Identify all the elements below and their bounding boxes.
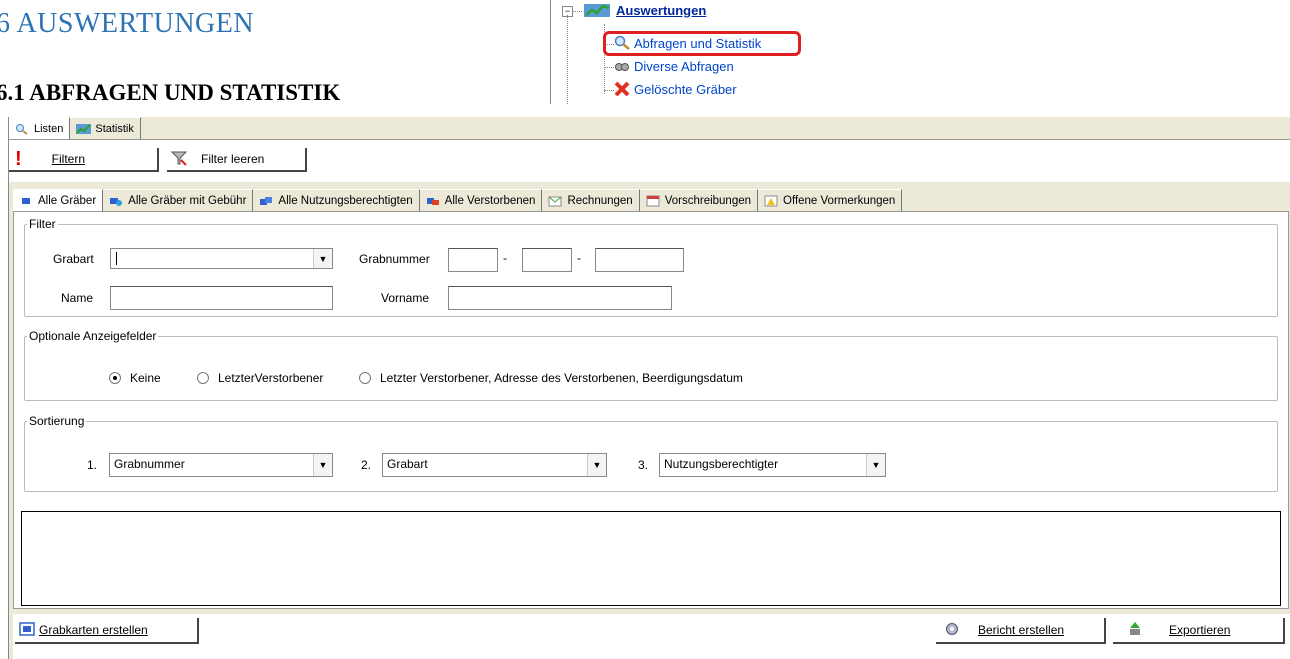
highlight-box: [603, 31, 801, 56]
deceased-icon: [426, 195, 440, 207]
tab-alle-graeber-gebuehr[interactable]: Alle Gräber mit Gebühr: [103, 189, 254, 212]
radio-keine[interactable]: Keine: [109, 371, 161, 385]
tab-alle-verstorbenen[interactable]: Alle Verstorbenen: [419, 189, 543, 212]
grabnummer-field-1[interactable]: [448, 248, 498, 272]
grabart-label: Grabart: [53, 252, 94, 266]
tree-item-geloeschte-graeber[interactable]: Gelöschte Gräber: [614, 81, 737, 97]
export-icon: [1127, 621, 1143, 640]
envelope-icon: [548, 195, 562, 207]
binoculars-icon: [614, 58, 630, 74]
subsection-heading: 6.1 ABFRAGEN UND STATISTIK: [0, 80, 341, 105]
magnifier-icon: [15, 123, 29, 135]
radio-selected-icon: [109, 372, 121, 384]
calendar-icon: [646, 195, 660, 207]
users-icon: [259, 195, 273, 207]
bottom-toolbar: Grabkarten erstellen Bericht erstellen E…: [13, 614, 1290, 659]
red-x-icon: [614, 81, 630, 97]
main-tab-bar: Listen Statistik: [9, 117, 141, 140]
grabnummer-field-3[interactable]: [595, 248, 684, 272]
chart-icon: [584, 2, 610, 18]
grabnummer-label: Grabnummer: [359, 252, 430, 266]
results-grid[interactable]: [21, 511, 1281, 606]
tab-listen[interactable]: Listen: [9, 117, 71, 140]
optional-fields-group: Optionale Anzeigefelder Keine LetzterVer…: [24, 329, 1278, 401]
tree-item-diverse-abfragen[interactable]: Diverse Abfragen: [614, 58, 734, 74]
chart-icon: [76, 123, 92, 135]
vorname-label: Vorname: [381, 291, 430, 305]
vorname-field[interactable]: [448, 286, 672, 310]
card-icon: [19, 621, 35, 639]
name-label: Name: [61, 291, 94, 305]
sort-select-1[interactable]: Grabnummer ▼: [109, 453, 333, 477]
sort-select-2[interactable]: Grabart ▼: [382, 453, 607, 477]
filter-toolbar: ! Filtern Filter leeren: [9, 140, 1290, 182]
chevron-down-icon: ▼: [313, 249, 332, 268]
sort-select-3[interactable]: Nutzungsberechtigter ▼: [659, 453, 886, 477]
grabkarten-button[interactable]: Grabkarten erstellen: [15, 618, 199, 644]
section-heading: 6 AUSWERTUNGEN: [0, 8, 255, 39]
filter-button[interactable]: ! Filtern: [9, 148, 159, 172]
chevron-down-icon: ▼: [587, 454, 606, 476]
name-field[interactable]: [110, 286, 333, 310]
app-window: Listen Statistik ! Filtern Filter leeren…: [8, 117, 1290, 659]
grave-icon: [19, 195, 33, 207]
exclamation-icon: !: [15, 147, 22, 170]
radio-erweitert[interactable]: Letzter Verstorbener, Adresse des Versto…: [359, 371, 743, 385]
list-tab-bar: Alle Gräber Alle Gräber mit Gebühr Alle …: [13, 189, 903, 212]
tree-item-auswertungen[interactable]: Auswertungen: [584, 2, 706, 18]
funnel-clear-icon: [170, 150, 188, 169]
chevron-down-icon: ▼: [313, 454, 332, 476]
grabart-select[interactable]: ▼: [110, 248, 333, 269]
gear-icon: [944, 621, 960, 640]
tab-alle-nutzungsberechtigten[interactable]: Alle Nutzungsberechtigten: [253, 189, 420, 212]
filter-group: Filter Grabart ▼ Grabnummer - - Name Vor…: [24, 217, 1278, 317]
tab-offene-vormerkungen[interactable]: Offene Vormerkungen: [758, 189, 903, 212]
tab-statistik[interactable]: Statistik: [70, 117, 141, 140]
radio-unselected-icon: [359, 372, 371, 384]
sorting-group: Sortierung 1. Grabnummer ▼ 2. Grabart ▼ …: [24, 414, 1278, 492]
tab-rechnungen[interactable]: Rechnungen: [542, 189, 640, 212]
chevron-down-icon: ▼: [866, 454, 885, 476]
grabnummer-field-2[interactable]: [522, 248, 572, 272]
radio-unselected-icon: [197, 372, 209, 384]
tab-vorschreibungen[interactable]: Vorschreibungen: [639, 189, 759, 212]
clear-filter-button[interactable]: Filter leeren: [167, 148, 307, 172]
bericht-button[interactable]: Bericht erstellen: [936, 618, 1106, 644]
grave-fee-icon: [109, 195, 123, 207]
export-button[interactable]: Exportieren: [1113, 618, 1285, 644]
calendar-warning-icon: [764, 195, 778, 207]
tab-alle-graeber[interactable]: Alle Gräber: [13, 189, 104, 212]
radio-letzter-verstorbener[interactable]: LetzterVerstorbener: [197, 371, 323, 385]
